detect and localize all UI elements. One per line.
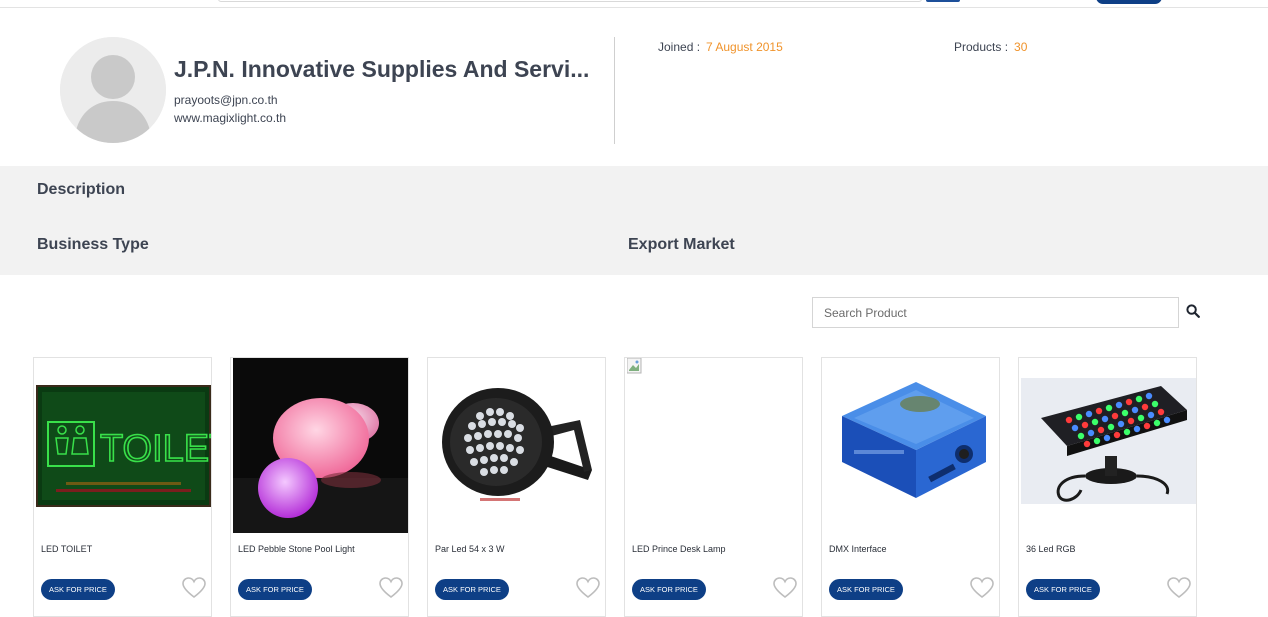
product-image[interactable] [824,358,999,533]
product-card[interactable]: DMX Interface ASK FOR PRICE [821,357,1000,617]
product-card[interactable]: LED Pebble Stone Pool Light ASK FOR PRIC… [230,357,409,617]
heart-icon[interactable] [773,577,797,599]
product-image[interactable] [233,358,408,533]
description-heading: Description [37,181,126,198]
product-title[interactable]: LED Pebble Stone Pool Light [238,544,355,554]
header-search-input[interactable] [218,0,922,2]
product-title[interactable]: DMX Interface [829,544,887,554]
joined-label: Joined : [658,40,701,54]
heart-icon[interactable] [576,577,600,599]
toilet-sign-text: TOILET [100,428,211,470]
product-image[interactable] [430,358,605,533]
top-navigation-bar [0,0,1268,8]
heart-icon[interactable] [1167,577,1191,599]
company-info-section: Description Business Type Export Market [0,166,1268,275]
product-card[interactable]: 36 Led RGB ASK FOR PRICE [1018,357,1197,617]
product-image[interactable]: TOILET [36,358,211,533]
product-search-input[interactable] [812,297,1179,328]
profile-divider [614,37,615,144]
product-image[interactable] [1021,358,1196,533]
heart-icon[interactable] [970,577,994,599]
company-name: J.P.N. Innovative Supplies And Servi... [174,56,590,82]
products-value: 30 [1014,40,1028,54]
ask-for-price-button[interactable]: ASK FOR PRICE [829,579,903,600]
product-title[interactable]: LED TOILET [41,544,92,554]
product-card[interactable]: Par Led 54 x 3 W ASK FOR PRICE [427,357,606,617]
product-image-broken[interactable] [627,358,802,533]
broken-image-icon [627,358,642,374]
ask-for-price-button[interactable]: ASK FOR PRICE [632,579,706,600]
product-card[interactable]: TOILET LED TOILET ASK FOR PRICE [33,357,212,617]
products-label: Products : [954,40,1009,54]
heart-icon[interactable] [182,577,206,599]
header-action-button[interactable] [1096,0,1162,4]
header-search-button[interactable] [926,0,960,2]
company-website[interactable]: www.magixlight.co.th [174,111,286,125]
ask-for-price-button[interactable]: ASK FOR PRICE [238,579,312,600]
company-avatar [60,37,166,143]
product-card[interactable]: LED Prince Desk Lamp ASK FOR PRICE [624,357,803,617]
product-title[interactable]: Par Led 54 x 3 W [435,544,505,554]
product-title[interactable]: 36 Led RGB [1026,544,1076,554]
ask-for-price-button[interactable]: ASK FOR PRICE [1026,579,1100,600]
search-icon[interactable] [1186,304,1200,318]
products-stat: Products : 30 [954,40,1027,54]
company-email[interactable]: prayoots@jpn.co.th [174,93,278,107]
business-type-heading: Business Type [37,236,149,253]
ask-for-price-button[interactable]: ASK FOR PRICE [435,579,509,600]
joined-stat: Joined : 7 August 2015 [658,40,783,54]
ask-for-price-button[interactable]: ASK FOR PRICE [41,579,115,600]
heart-icon[interactable] [379,577,403,599]
product-title[interactable]: LED Prince Desk Lamp [632,544,726,554]
export-market-heading: Export Market [628,236,735,253]
joined-value: 7 August 2015 [706,40,783,54]
